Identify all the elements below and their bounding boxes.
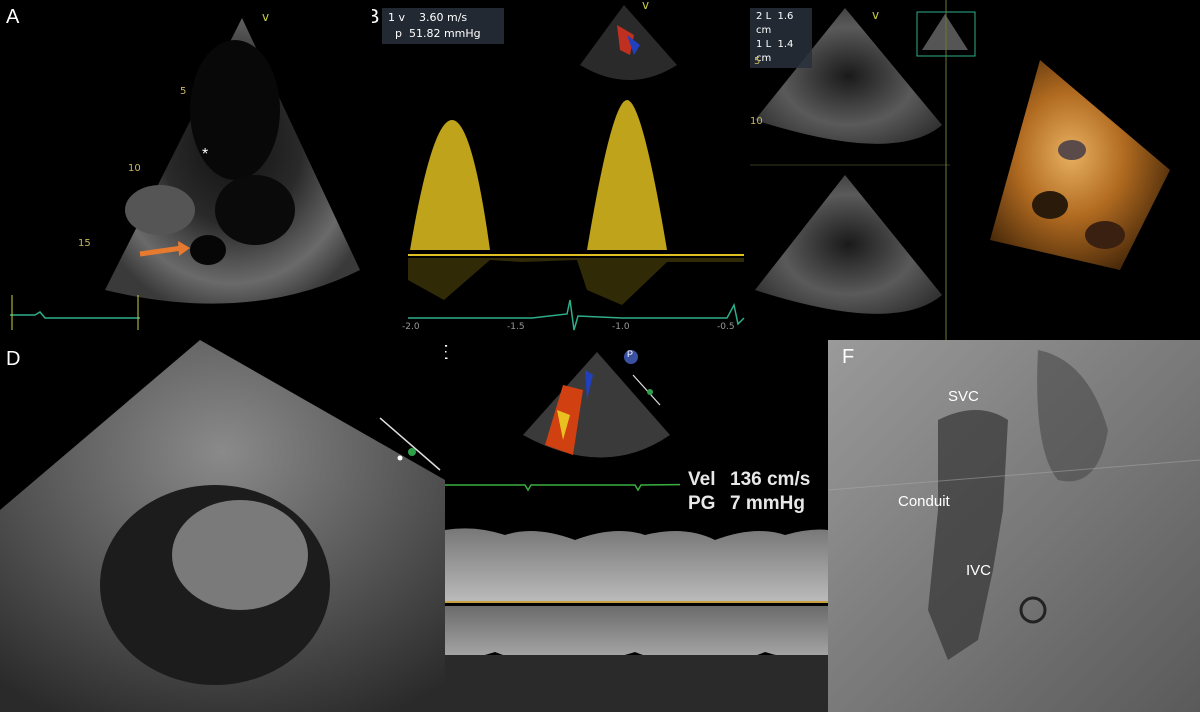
length-2-index: 2 — [756, 11, 763, 22]
panel-a-depth-15: 15 — [78, 238, 91, 249]
length-2-key: L — [765, 11, 772, 22]
panel-e: E P Vel 136 cm/s PG 7 mmHg — [445, 340, 828, 712]
panel-a-depth-10: 10 — [128, 163, 141, 174]
panel-a-ecg-trace — [10, 311, 140, 319]
panel-d: D — [0, 340, 445, 712]
asterisk-marker: * — [202, 146, 209, 163]
panel-a-depth-5: 5 — [180, 86, 187, 97]
panel-d-echo-image — [0, 340, 445, 712]
doppler-lower-envelope — [445, 606, 828, 660]
svc-annotation: SVC — [948, 388, 979, 405]
panel-d-label: D — [6, 348, 21, 370]
velocity-key: v — [398, 11, 406, 24]
ivc-annotation: IVC — [966, 562, 992, 579]
panel-a: A v 5 10 15 * — [0, 0, 372, 340]
panel-b-doppler-image — [408, 5, 745, 331]
panel-c-v-marker: v — [872, 8, 880, 22]
time-tick-1: -2.0 — [402, 322, 420, 332]
panel-c: C 2 L 1.6 cm 1 L 1.4 cm v 5 10 — [750, 0, 1200, 340]
length-1-key: L — [765, 39, 772, 50]
panel-e-label: E — [445, 342, 448, 365]
p-badge-text: P — [627, 349, 634, 359]
pressure-value: 51.82 mmHg — [408, 27, 481, 40]
panel-e-doppler-image — [445, 350, 828, 712]
panel-b-label: B — [372, 6, 380, 28]
length-1-index: 1 — [756, 39, 763, 50]
panel-b: B 1 v 3.60 m/s p 51.82 mmHg v -2.0 -1.5 … — [372, 0, 750, 340]
panel-b-ecg-trace — [408, 299, 745, 331]
time-tick-2: -1.5 — [507, 322, 525, 332]
time-tick-3: -1.0 — [612, 322, 630, 332]
velocity-index: 1 — [388, 11, 395, 24]
conduit-annotation: Conduit — [898, 493, 950, 510]
panel-a-echo-image — [10, 18, 360, 330]
panel-f-angiogram-image — [828, 340, 1200, 712]
panel-c-depth-10: 10 — [750, 116, 763, 127]
velocity-readout: Vel 136 cm/s PG 7 mmHg — [680, 464, 828, 520]
doppler-upper-envelope — [445, 528, 828, 602]
panel-c-depth-5: 5 — [754, 56, 761, 67]
length-1-value: 1.4 cm — [756, 39, 794, 64]
panel-a-v-marker: v — [262, 10, 270, 24]
doppler-envelope-1 — [410, 120, 490, 250]
intracardiac-mass — [172, 500, 308, 610]
panel-b-v-marker: v — [642, 0, 650, 12]
pg-value: 7 mmHg — [730, 493, 805, 514]
velocity-value: 3.60 m/s — [419, 11, 468, 24]
panel-b-measurement-box: 1 v 3.60 m/s p 51.82 mmHg — [382, 8, 504, 44]
vel-key: Vel — [688, 469, 716, 490]
pressure-key: p — [395, 27, 402, 40]
panel-f: F SVC Conduit IVC — [828, 340, 1200, 712]
length-2-value: 1.6 cm — [756, 11, 794, 36]
panel-c-echo-3d-image — [750, 0, 1170, 340]
vel-value: 136 cm/s — [730, 469, 811, 490]
panel-f-label: F — [842, 346, 855, 368]
doppler-envelope-2 — [587, 100, 667, 250]
time-tick-4: -0.5 — [717, 322, 735, 332]
panel-a-label: A — [6, 6, 20, 28]
pg-key: PG — [688, 493, 716, 514]
